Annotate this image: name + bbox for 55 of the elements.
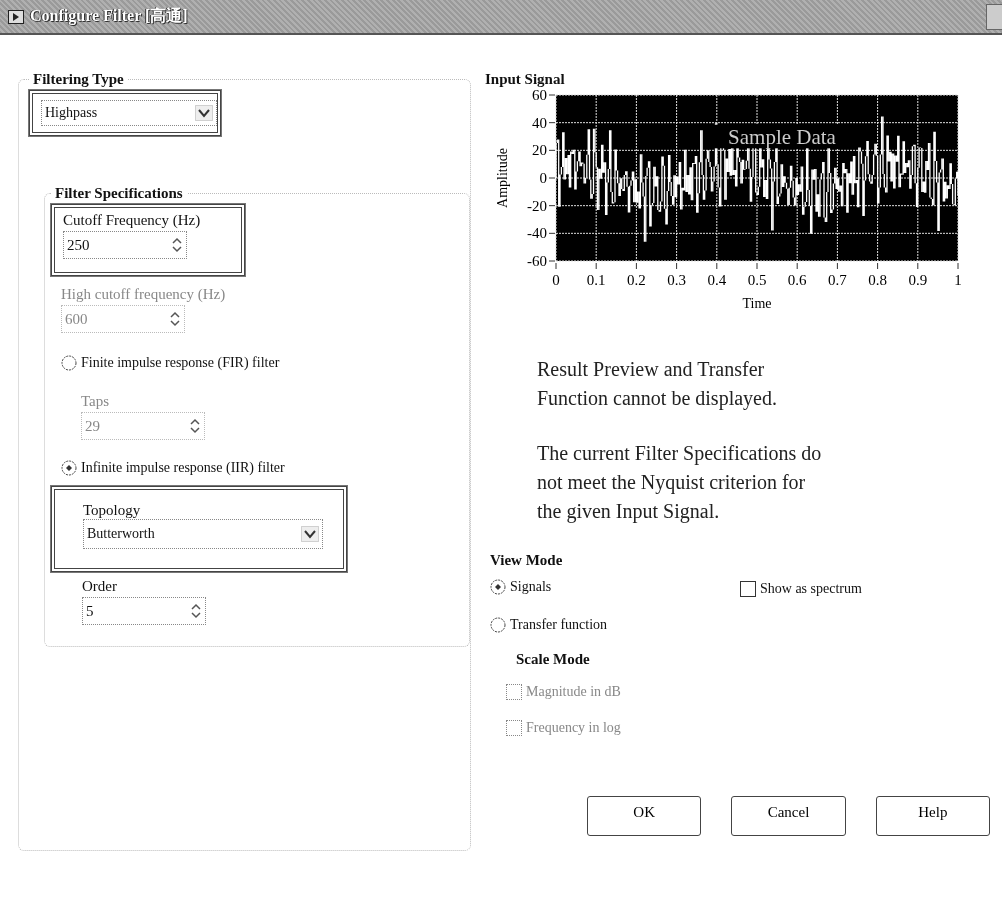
axis-tick-label: 0	[552, 272, 560, 288]
axis-tick-label: 20	[532, 142, 547, 159]
message-text: The current Filter Specifications do not meet the Nyquist criterion for the given Input Signal.	[537, 441, 823, 525]
topology-dropdown[interactable]: Butterworth	[83, 519, 323, 549]
axis-tick-label: 0.9	[908, 272, 928, 288]
section-title: Scale Mode	[516, 651, 591, 668]
axis-label: Time	[742, 296, 772, 311]
dialog-button[interactable]: Cancel	[731, 796, 846, 836]
axis-tick-label: 60	[532, 88, 547, 103]
radio-button[interactable]	[61, 355, 77, 371]
field-label: Cutoff Frequency (Hz)	[63, 212, 202, 229]
overlay-text: Sample Data	[728, 125, 836, 150]
radio-button[interactable]	[490, 579, 506, 595]
axis-tick-label: 0.7	[828, 272, 847, 288]
window-title: Configure Filter [高通]	[30, 6, 188, 27]
chart-title: Input Signal	[485, 71, 566, 88]
dialog-button[interactable]: OK	[587, 796, 702, 836]
order-field[interactable]: 5	[82, 597, 206, 625]
radio-button[interactable]	[490, 617, 506, 633]
axis-tick-label: -60	[527, 253, 547, 269]
axis-tick-label: 1	[954, 272, 962, 288]
axis-tick-label: 0.4	[707, 272, 727, 288]
axis-tick-label: -40	[527, 225, 547, 242]
axis-tick-label: 0.8	[868, 272, 887, 288]
app-icon	[8, 9, 24, 24]
filtering-type-dropdown[interactable]: Highpass	[41, 100, 217, 126]
group-title: Filtering Type	[32, 71, 125, 88]
field-label: Topology	[83, 502, 142, 519]
axis-label: Amplitude	[495, 148, 510, 208]
axis-tick-label: 0.6	[787, 272, 807, 288]
radio-label[interactable]: Signals	[510, 579, 552, 595]
axis-tick-label: 0.2	[627, 272, 646, 288]
field-label: Taps	[81, 393, 111, 410]
axis-tick-label: -20	[527, 197, 547, 214]
axis-tick-label: 0.3	[667, 272, 686, 288]
section-title: View Mode	[490, 552, 564, 569]
message-text: Result Preview and Transfer Function cannot be displayed.	[537, 357, 778, 412]
field-label: Order	[82, 578, 118, 595]
spinner-icon[interactable]	[171, 237, 183, 253]
axis-tick-label: 0	[539, 170, 547, 186]
spinner-icon[interactable]	[190, 603, 202, 619]
radio-label[interactable]: Transfer function	[510, 617, 608, 633]
axis-tick-label: 0.1	[586, 272, 606, 288]
group-title: Filter Specifications	[54, 185, 184, 202]
axis-tick-label: 40	[532, 114, 547, 131]
axis-tick-label: 0.5	[747, 272, 767, 288]
radio-label[interactable]: Finite impulse response (FIR) filter	[81, 355, 280, 371]
field-label: High cutoff frequency (Hz)	[61, 286, 227, 303]
radio-button[interactable]	[61, 460, 77, 476]
radio-label[interactable]: Infinite impulse response (IIR) filter	[81, 460, 285, 476]
checkbox[interactable]: Show as spectrum	[740, 579, 862, 599]
cutoff-field[interactable]: 250	[63, 231, 187, 259]
dialog-button[interactable]: Help	[875, 796, 990, 836]
chevron-down-icon[interactable]	[195, 105, 213, 121]
chevron-down-icon[interactable]	[301, 526, 319, 542]
